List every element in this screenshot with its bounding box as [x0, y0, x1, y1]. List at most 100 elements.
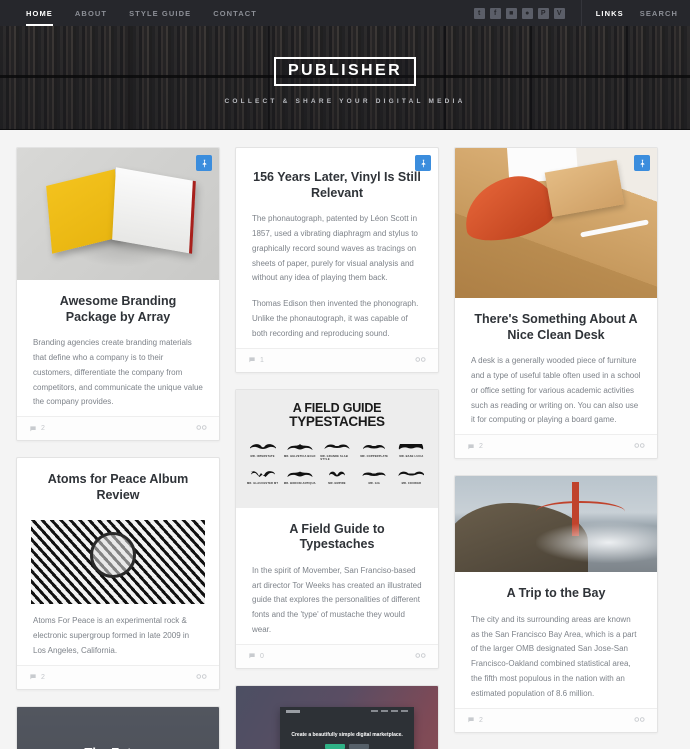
comment-count[interactable]: 1	[248, 356, 264, 364]
site-logo[interactable]: PUBLISHER	[273, 57, 417, 86]
permalink-icon[interactable]	[196, 673, 207, 682]
permalink-icon[interactable]	[415, 356, 426, 365]
comment-count[interactable]: 2	[467, 716, 483, 724]
card-excerpt: A desk is a generally wooded piece of fu…	[471, 356, 641, 425]
marketplace-nav-links	[370, 710, 408, 713]
clean-desk-photo	[455, 148, 657, 298]
card-title: 156 Years Later, Vinyl Is Still Relevant	[253, 170, 421, 200]
search-button[interactable]: SEARCH	[640, 9, 678, 18]
mustache-icon	[363, 444, 386, 449]
mustache-item: MR. GRANDE SLAB STYLE	[320, 443, 353, 461]
permalink-icon[interactable]	[196, 424, 207, 433]
card-excerpt: The city and its surrounding areas are k…	[471, 614, 637, 698]
permalink-icon[interactable]	[634, 716, 645, 725]
card-excerpt-paragraph-2: Thomas Edison then invented the phonogra…	[252, 299, 419, 338]
poster-line-2: TYPESTACHES	[289, 414, 385, 430]
comment-count-value: 1	[260, 356, 264, 364]
site-header-banner: PUBLISHER COLLECT & SHARE YOUR DIGITAL M…	[0, 26, 690, 130]
permalink-icon[interactable]	[415, 652, 426, 661]
nav-divider	[580, 0, 582, 26]
comment-bubble-icon	[249, 357, 255, 363]
pin-button[interactable]	[634, 155, 650, 171]
mustache-label: MR. EMPIRE	[328, 481, 346, 485]
card-image	[455, 476, 657, 573]
comment-count-value: 2	[41, 425, 45, 433]
card-footer: 0	[236, 643, 438, 668]
vimeo-icon[interactable]: V	[553, 7, 565, 19]
nav-link-home[interactable]: HOME	[26, 9, 66, 26]
nav-link-style-guide[interactable]: STYLE GUIDE	[129, 9, 204, 18]
comment-count-value: 2	[479, 443, 483, 451]
twitter-icon[interactable]: t	[473, 7, 485, 19]
card-trip-to-the-bay[interactable]: A Trip to the Bay The city and its surro…	[454, 475, 658, 733]
card-image: A FIELD GUIDE TYPESTACHES MR. INTERSTATE…	[236, 389, 438, 508]
mustache-item: MR. BASE LUCIA	[395, 443, 428, 461]
top-navigation-bar: HOME ABOUT STYLE GUIDE CONTACT t f ■ ● P…	[0, 0, 690, 26]
flickr-icon[interactable]: ■	[505, 7, 517, 19]
open-book-photo	[17, 148, 219, 280]
card-typestaches[interactable]: A FIELD GUIDE TYPESTACHES MR. INTERSTATE…	[235, 388, 439, 669]
poster-heading: A FIELD GUIDE TYPESTACHES	[289, 400, 385, 430]
board-column-1: Awesome Branding Package by Array Brandi…	[16, 147, 220, 749]
mustache-icon	[324, 444, 350, 449]
mustache-item: MR. COURIER	[395, 470, 428, 485]
comment-count[interactable]: 0	[248, 652, 264, 660]
mustache-icon	[250, 470, 275, 477]
future-card-image: The Future	[17, 706, 219, 749]
comment-bubble-icon	[30, 426, 36, 432]
primary-nav: HOME ABOUT STYLE GUIDE CONTACT	[26, 9, 279, 26]
permalink-icon[interactable]	[634, 442, 645, 451]
mustache-label: MR. BODONI ANTIQUA	[283, 481, 316, 485]
typestaches-poster: A FIELD GUIDE TYPESTACHES MR. INTERSTATE…	[236, 389, 438, 508]
links-menu-button[interactable]: LINKS	[596, 9, 624, 18]
mustache-label: MR. GIA	[368, 481, 380, 485]
site-tagline: COLLECT & SHARE YOUR DIGITAL MEDIA	[224, 98, 466, 105]
mustache-icon	[399, 443, 424, 450]
card-title: Awesome Branding Package by Array	[59, 294, 177, 324]
nav-link-about[interactable]: ABOUT	[75, 9, 120, 18]
mustache-label: MR. GLAUCESTER MT	[246, 481, 279, 485]
card-vinyl-still-relevant[interactable]: 156 Years Later, Vinyl Is Still Relevant…	[235, 147, 439, 373]
card-footer: 2	[455, 707, 657, 732]
card-title: A Field Guide to Typestaches	[289, 521, 385, 552]
pin-button[interactable]	[415, 155, 431, 171]
mustache-item: MR. HELVETICA BOLD	[283, 443, 316, 461]
comment-count[interactable]: 2	[29, 673, 45, 681]
marketplace-screenshot: Create a beautifully simple digital mark…	[236, 685, 438, 749]
nav-link-contact[interactable]: CONTACT	[213, 9, 270, 18]
comment-count[interactable]: 2	[29, 425, 45, 433]
card-marketplace[interactable]: Create a beautifully simple digital mark…	[235, 684, 439, 749]
marketplace-hero: Create a beautifully simple digital mark…	[280, 706, 414, 749]
facebook-icon[interactable]: f	[489, 7, 501, 19]
board-column-2: 156 Years Later, Vinyl Is Still Relevant…	[235, 147, 439, 749]
poster-line-1: A FIELD GUIDE	[292, 400, 382, 415]
site-logo-text: PUBLISHER	[287, 62, 403, 79]
comment-count[interactable]: 2	[467, 443, 483, 451]
comment-count-value: 0	[260, 652, 264, 660]
comment-count-value: 2	[41, 673, 45, 681]
mustache-label: MR. HELVETICA BOLD	[284, 454, 316, 458]
pinterest-icon[interactable]: P	[537, 7, 549, 19]
pin-button[interactable]	[196, 155, 212, 171]
card-the-future[interactable]: The Future	[16, 705, 220, 749]
card-board: Awesome Branding Package by Array Brandi…	[0, 130, 690, 749]
card-excerpt-paragraph-1: The phonautograph, patented by Léon Scot…	[252, 214, 418, 283]
mustache-icon	[362, 472, 386, 476]
atoms-for-peace-artwork	[31, 520, 205, 605]
card-image	[455, 148, 657, 298]
card-awesome-branding[interactable]: Awesome Branding Package by Array Brandi…	[16, 147, 220, 442]
mustache-label: MR. BASE LUCIA	[399, 454, 424, 458]
comment-bubble-icon	[468, 717, 474, 723]
dribbble-icon[interactable]: ●	[521, 7, 533, 19]
mustache-item: MR. GLAUCESTER MT	[246, 470, 279, 485]
card-atoms-for-peace[interactable]: Atoms for Peace Album Review Atoms For P…	[16, 457, 220, 690]
nav-utilities: t f ■ ● P V LINKS SEARCH	[473, 0, 678, 26]
card-title: A Trip to the Bay	[506, 586, 606, 601]
mustache-icon	[287, 443, 313, 450]
mustache-grid: MR. INTERSTATE MR. HELVETICA BOLD MR. GR…	[246, 443, 428, 485]
card-clean-desk[interactable]: There's Something About A Nice Clean Des…	[454, 147, 658, 460]
mustache-icon	[328, 471, 345, 477]
mustache-item: MR. GIA	[358, 470, 391, 485]
card-title: The Future	[17, 745, 219, 749]
comment-bubble-icon	[468, 444, 474, 450]
